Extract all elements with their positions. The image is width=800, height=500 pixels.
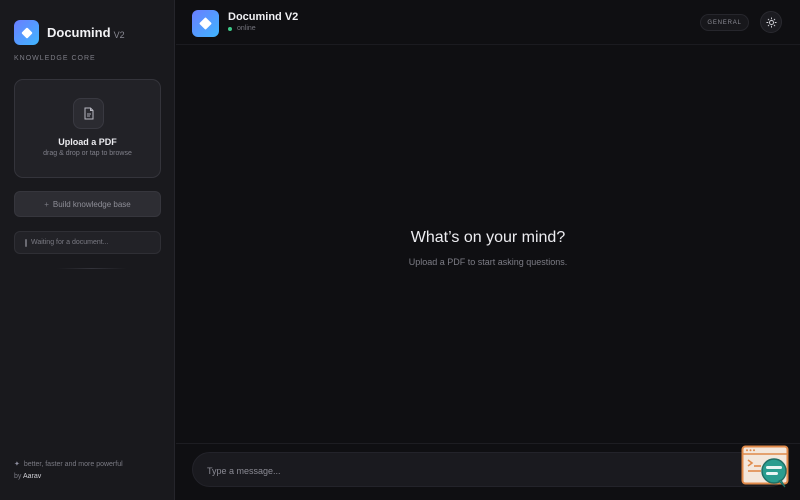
diamond-logo-icon [14,20,39,45]
upload-dropzone[interactable]: Upload a PDF drag & drop or tap to brows… [14,79,161,178]
theme-toggle-button[interactable] [760,11,782,33]
upload-title: Upload a PDF [58,137,117,147]
message-input[interactable] [207,462,727,479]
footer-author: Aarav [22,473,42,480]
brand: Documind V2 [14,20,125,45]
online-dot-icon [228,26,232,31]
sidebar: Documind V2 KNOWLEDGE CORE Upload a PDF … [0,0,175,500]
footer-tagline-text: better, faster and more powerful [23,461,123,468]
brand-name: Documind [47,25,111,40]
footer-by-label: by [14,473,22,480]
sun-icon [765,16,777,28]
empty-state-subtitle: Upload a PDF to start asking questions. [408,257,568,267]
connection-status: online [228,25,256,32]
plus-icon: + [44,199,49,209]
sparkle-icon: ✦ [14,461,20,468]
header-title: Documind V2 [228,11,299,23]
status-indicator [25,238,27,247]
upload-subtitle: drag & drop or tap to browse [43,150,132,157]
composer-divider [176,443,800,444]
footer-credit: by Aarav [14,473,41,480]
terminal-chat-icon[interactable] [741,445,791,490]
build-knowledge-base-button[interactable]: + Build knowledge base [14,191,161,217]
chat-main: Documind V2 online GENERAL What’s on you… [176,0,800,500]
message-composer [192,452,788,487]
empty-state-title: What’s on your mind? [410,229,566,246]
document-status: Waiting for a document... [14,231,161,254]
status-text: Waiting for a document... [31,239,109,246]
top-bar: Documind V2 online GENERAL [176,0,800,45]
connection-status-text: online [237,25,256,32]
header-logo-icon [192,10,219,37]
footer-tagline: ✦ better, faster and more powerful [14,460,123,468]
sidebar-divider [57,268,127,269]
mode-selector[interactable]: GENERAL [700,14,749,31]
build-button-label: Build knowledge base [52,199,131,209]
section-label: KNOWLEDGE CORE [14,55,96,62]
brand-version: V2 [113,29,125,40]
file-icon [73,98,104,129]
